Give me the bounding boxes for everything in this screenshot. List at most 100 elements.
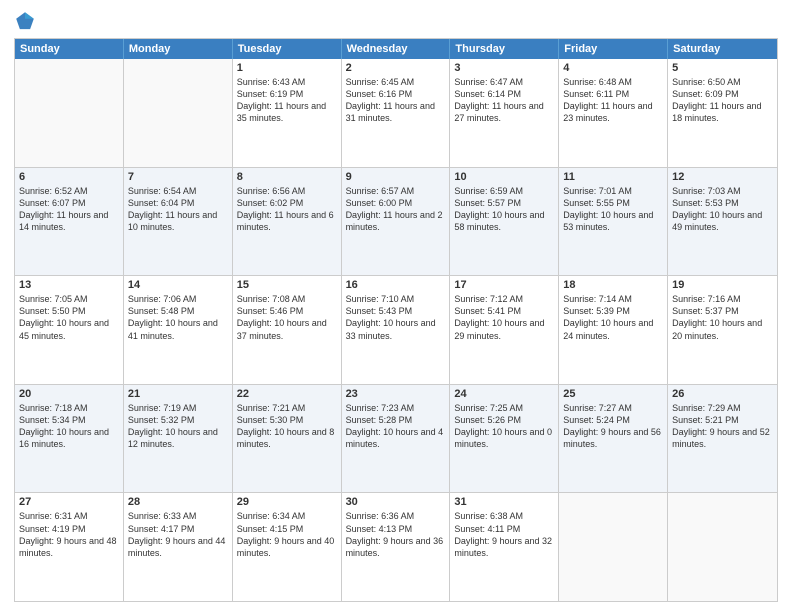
calendar-cell-empty-0-1	[124, 59, 233, 167]
calendar-cell-2: 2Sunrise: 6:45 AM Sunset: 6:16 PM Daylig…	[342, 59, 451, 167]
calendar-cell-13: 13 Sunrise: 7:05 AM Sunset: 5:50 PM Dayli…	[15, 276, 124, 384]
calendar-cell-30: 30 Sunrise: 6:36 AM Sunset: 4:13 PM Dayli…	[342, 493, 451, 601]
calendar-cell-12: 12 Sunrise: 7:03 AM Sunset: 5:53 PM Dayli…	[668, 168, 777, 276]
day-number: 18	[563, 279, 663, 291]
calendar-cell-3: 3Sunrise: 6:47 AM Sunset: 6:14 PM Daylig…	[450, 59, 559, 167]
calendar-cell-empty-0-0	[15, 59, 124, 167]
day-number: 20	[19, 388, 119, 400]
page: SundayMondayTuesdayWednesdayThursdayFrid…	[0, 0, 792, 612]
cell-daylight-info: Sunrise: 6:50 AM Sunset: 6:09 PM Dayligh…	[672, 76, 773, 125]
day-number: 1	[237, 62, 337, 74]
cell-daylight-info: Sunrise: 7:08 AM Sunset: 5:46 PM Dayligh…	[237, 293, 337, 342]
cell-daylight-info: Sunrise: 7:01 AM Sunset: 5:55 PM Dayligh…	[563, 185, 663, 234]
calendar-cell-empty-4-6	[668, 493, 777, 601]
day-number: 23	[346, 388, 446, 400]
calendar-row-3: 13 Sunrise: 7:05 AM Sunset: 5:50 PM Dayli…	[15, 275, 777, 384]
day-number: 10	[454, 171, 554, 183]
calendar-cell-4: 4 Sunrise: 6:48 AM Sunset: 6:11 PM Daylig…	[559, 59, 668, 167]
day-number: 11	[563, 171, 663, 183]
calendar-body: 1 Sunrise: 6:43 AM Sunset: 6:19 PM Daylig…	[15, 59, 777, 601]
day-number: 12	[672, 171, 773, 183]
calendar-cell-22: 22Sunrise: 7:21 AM Sunset: 5:30 PM Dayli…	[233, 385, 342, 493]
cell-daylight-info: Sunrise: 7:27 AM Sunset: 5:24 PM Dayligh…	[563, 402, 663, 451]
cell-daylight-info: Sunrise: 6:57 AM Sunset: 6:00 PM Dayligh…	[346, 185, 446, 234]
calendar-cell-28: 28 Sunrise: 6:33 AM Sunset: 4:17 PM Dayli…	[124, 493, 233, 601]
day-number: 30	[346, 496, 446, 508]
calendar-cell-29: 29 Sunrise: 6:34 AM Sunset: 4:15 PM Dayli…	[233, 493, 342, 601]
cell-daylight-info: Sunrise: 7:23 AM Sunset: 5:28 PM Dayligh…	[346, 402, 446, 451]
calendar-cell-9: 9Sunrise: 6:57 AM Sunset: 6:00 PM Daylig…	[342, 168, 451, 276]
calendar-row-4: 20 Sunrise: 7:18 AM Sunset: 5:34 PM Dayli…	[15, 384, 777, 493]
calendar-cell-6: 6 Sunrise: 6:52 AM Sunset: 6:07 PM Daylig…	[15, 168, 124, 276]
day-number: 6	[19, 171, 119, 183]
logo-icon	[14, 10, 36, 32]
calendar-cell-10: 10 Sunrise: 6:59 AM Sunset: 5:57 PM Dayli…	[450, 168, 559, 276]
cell-daylight-info: Sunrise: 7:16 AM Sunset: 5:37 PM Dayligh…	[672, 293, 773, 342]
day-number: 21	[128, 388, 228, 400]
cell-daylight-info: Sunrise: 7:05 AM Sunset: 5:50 PM Dayligh…	[19, 293, 119, 342]
cell-daylight-info: Sunrise: 7:18 AM Sunset: 5:34 PM Dayligh…	[19, 402, 119, 451]
calendar-cell-23: 23 Sunrise: 7:23 AM Sunset: 5:28 PM Dayli…	[342, 385, 451, 493]
cell-daylight-info: Sunrise: 6:45 AM Sunset: 6:16 PM Dayligh…	[346, 76, 446, 125]
cell-daylight-info: Sunrise: 6:43 AM Sunset: 6:19 PM Dayligh…	[237, 76, 337, 125]
calendar-cell-11: 11 Sunrise: 7:01 AM Sunset: 5:55 PM Dayli…	[559, 168, 668, 276]
day-number: 15	[237, 279, 337, 291]
calendar-cell-24: 24 Sunrise: 7:25 AM Sunset: 5:26 PM Dayli…	[450, 385, 559, 493]
cell-daylight-info: Sunrise: 6:48 AM Sunset: 6:11 PM Dayligh…	[563, 76, 663, 125]
day-number: 8	[237, 171, 337, 183]
day-number: 14	[128, 279, 228, 291]
calendar-header-thursday: Thursday	[450, 39, 559, 59]
cell-daylight-info: Sunrise: 6:52 AM Sunset: 6:07 PM Dayligh…	[19, 185, 119, 234]
cell-daylight-info: Sunrise: 6:47 AM Sunset: 6:14 PM Dayligh…	[454, 76, 554, 125]
day-number: 13	[19, 279, 119, 291]
cell-daylight-info: Sunrise: 7:21 AM Sunset: 5:30 PM Dayligh…	[237, 402, 337, 451]
day-number: 24	[454, 388, 554, 400]
day-number: 26	[672, 388, 773, 400]
calendar-cell-25: 25 Sunrise: 7:27 AM Sunset: 5:24 PM Dayli…	[559, 385, 668, 493]
cell-daylight-info: Sunrise: 6:33 AM Sunset: 4:17 PM Dayligh…	[128, 510, 228, 559]
logo	[14, 10, 38, 32]
calendar-cell-26: 26Sunrise: 7:29 AM Sunset: 5:21 PM Dayli…	[668, 385, 777, 493]
day-number: 17	[454, 279, 554, 291]
day-number: 25	[563, 388, 663, 400]
cell-daylight-info: Sunrise: 6:59 AM Sunset: 5:57 PM Dayligh…	[454, 185, 554, 234]
calendar-header-row: SundayMondayTuesdayWednesdayThursdayFrid…	[15, 39, 777, 59]
cell-daylight-info: Sunrise: 6:36 AM Sunset: 4:13 PM Dayligh…	[346, 510, 446, 559]
cell-daylight-info: Sunrise: 7:03 AM Sunset: 5:53 PM Dayligh…	[672, 185, 773, 234]
calendar-cell-15: 15 Sunrise: 7:08 AM Sunset: 5:46 PM Dayli…	[233, 276, 342, 384]
cell-daylight-info: Sunrise: 6:38 AM Sunset: 4:11 PM Dayligh…	[454, 510, 554, 559]
day-number: 31	[454, 496, 554, 508]
header	[14, 10, 778, 32]
calendar: SundayMondayTuesdayWednesdayThursdayFrid…	[14, 38, 778, 602]
cell-daylight-info: Sunrise: 7:19 AM Sunset: 5:32 PM Dayligh…	[128, 402, 228, 451]
calendar-cell-14: 14 Sunrise: 7:06 AM Sunset: 5:48 PM Dayli…	[124, 276, 233, 384]
cell-daylight-info: Sunrise: 7:25 AM Sunset: 5:26 PM Dayligh…	[454, 402, 554, 451]
calendar-row-2: 6 Sunrise: 6:52 AM Sunset: 6:07 PM Daylig…	[15, 167, 777, 276]
cell-daylight-info: Sunrise: 7:10 AM Sunset: 5:43 PM Dayligh…	[346, 293, 446, 342]
cell-daylight-info: Sunrise: 7:12 AM Sunset: 5:41 PM Dayligh…	[454, 293, 554, 342]
day-number: 4	[563, 62, 663, 74]
calendar-cell-empty-4-5	[559, 493, 668, 601]
day-number: 7	[128, 171, 228, 183]
calendar-header-friday: Friday	[559, 39, 668, 59]
calendar-cell-8: 8Sunrise: 6:56 AM Sunset: 6:02 PM Daylig…	[233, 168, 342, 276]
calendar-cell-19: 19Sunrise: 7:16 AM Sunset: 5:37 PM Dayli…	[668, 276, 777, 384]
calendar-cell-1: 1 Sunrise: 6:43 AM Sunset: 6:19 PM Daylig…	[233, 59, 342, 167]
calendar-header-saturday: Saturday	[668, 39, 777, 59]
day-number: 28	[128, 496, 228, 508]
calendar-header-sunday: Sunday	[15, 39, 124, 59]
calendar-header-monday: Monday	[124, 39, 233, 59]
cell-daylight-info: Sunrise: 7:14 AM Sunset: 5:39 PM Dayligh…	[563, 293, 663, 342]
cell-daylight-info: Sunrise: 6:34 AM Sunset: 4:15 PM Dayligh…	[237, 510, 337, 559]
cell-daylight-info: Sunrise: 6:54 AM Sunset: 6:04 PM Dayligh…	[128, 185, 228, 234]
day-number: 29	[237, 496, 337, 508]
day-number: 16	[346, 279, 446, 291]
calendar-cell-7: 7 Sunrise: 6:54 AM Sunset: 6:04 PM Daylig…	[124, 168, 233, 276]
calendar-cell-27: 27Sunrise: 6:31 AM Sunset: 4:19 PM Dayli…	[15, 493, 124, 601]
calendar-header-tuesday: Tuesday	[233, 39, 342, 59]
calendar-cell-5: 5Sunrise: 6:50 AM Sunset: 6:09 PM Daylig…	[668, 59, 777, 167]
day-number: 27	[19, 496, 119, 508]
cell-daylight-info: Sunrise: 7:06 AM Sunset: 5:48 PM Dayligh…	[128, 293, 228, 342]
calendar-cell-21: 21 Sunrise: 7:19 AM Sunset: 5:32 PM Dayli…	[124, 385, 233, 493]
calendar-cell-17: 17 Sunrise: 7:12 AM Sunset: 5:41 PM Dayli…	[450, 276, 559, 384]
